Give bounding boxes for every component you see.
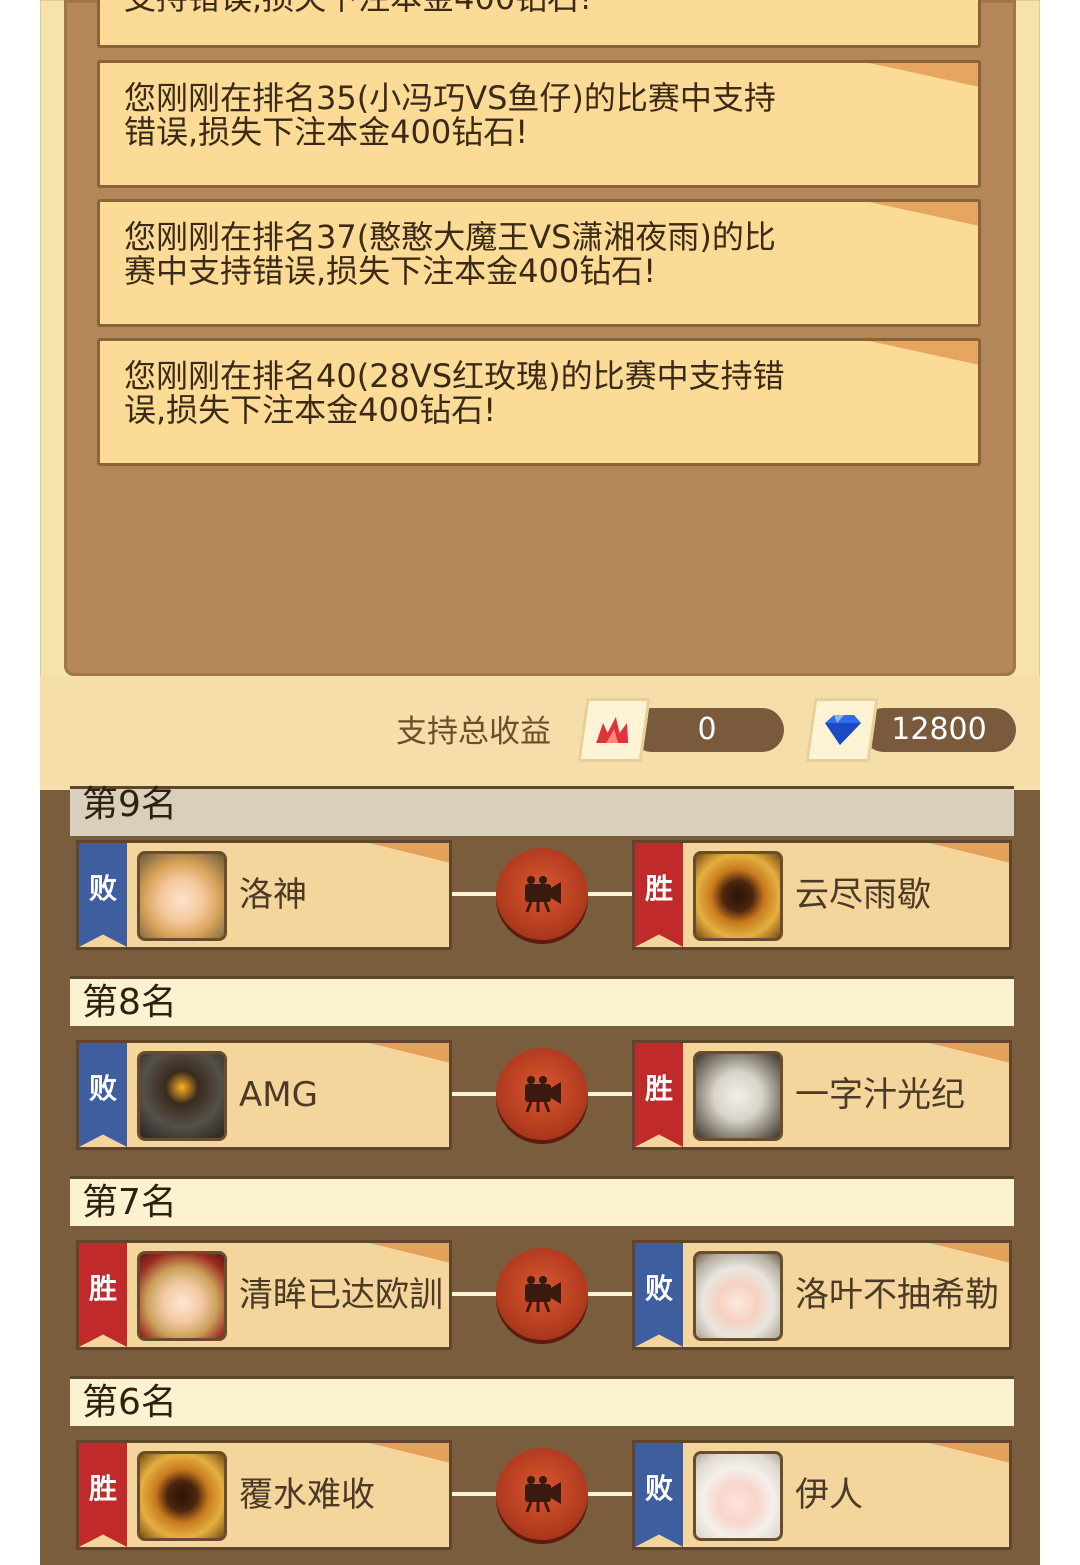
- player-name: 清眸已达欧訓: [239, 1275, 443, 1315]
- result-ribbon: 败: [635, 1243, 683, 1347]
- rank-header: 第9名: [70, 784, 1014, 836]
- avatar[interactable]: [137, 1051, 227, 1141]
- rank-header: 第8名: [70, 976, 1014, 1026]
- camera-icon: [525, 1476, 561, 1513]
- camera-icon: [525, 1076, 561, 1113]
- avatar[interactable]: [693, 1251, 783, 1341]
- diamond-income-value: 12800: [862, 708, 1016, 752]
- ranking-list: 第9名 败 洛神 胜 云尽雨歇 第8名 败 AMG 胜 一字汁光纪 第7名 胜 …: [40, 784, 1040, 1565]
- bet-log-text-line2: 赛中支持错误,损失下注本金400钻石!: [124, 252, 657, 290]
- crown-income-value: 0: [630, 708, 784, 752]
- match-row: 胜 清眸已达欧訓 败 洛叶不抽希勒: [70, 1240, 1014, 1350]
- player-name: 伊人: [795, 1475, 863, 1515]
- rank-title: 第7名: [82, 1182, 177, 1223]
- bet-log-item: 支持错误,损失下注本金400钻石!: [97, 0, 981, 48]
- bet-log-item: 您刚刚在排名35(小冯巧VS鱼仔)的比赛中支持 错误,损失下注本金400钻石!: [97, 60, 981, 188]
- player-card-right[interactable]: 胜 云尽雨歇: [632, 840, 1012, 950]
- bet-log-item: 您刚刚在排名37(憨憨大魔王VS潇湘夜雨)的比 赛中支持错误,损失下注本金400…: [97, 199, 981, 327]
- result-ribbon: 胜: [635, 843, 683, 947]
- avatar[interactable]: [137, 851, 227, 941]
- avatar[interactable]: [137, 1251, 227, 1341]
- player-name: 覆水难收: [239, 1475, 375, 1515]
- bet-log-text: 支持错误,损失下注本金400钻石!: [124, 0, 814, 15]
- player-name: 云尽雨歇: [795, 875, 931, 915]
- replay-button[interactable]: [496, 848, 588, 940]
- rank-title: 第8名: [82, 982, 177, 1023]
- rank-title: 第6名: [82, 1382, 177, 1423]
- match-row: 败 洛神 胜 云尽雨歇: [70, 840, 1014, 950]
- replay-button[interactable]: [496, 1248, 588, 1340]
- result-ribbon: 败: [635, 1443, 683, 1547]
- player-card-left[interactable]: 胜 覆水难收: [76, 1440, 452, 1550]
- result-ribbon: 败: [79, 843, 127, 947]
- player-card-right[interactable]: 败 伊人: [632, 1440, 1012, 1550]
- bet-log-text-line1: 您刚刚在排名37(憨憨大魔王VS潇湘夜雨)的比: [124, 218, 776, 256]
- match-row: 胜 覆水难收 败 伊人: [70, 1440, 1014, 1550]
- bet-log-text-line1: 您刚刚在排名40(28VS红玫瑰)的比赛中支持错: [124, 357, 785, 395]
- diamond-icon: [805, 698, 879, 762]
- player-card-left[interactable]: 败 AMG: [76, 1040, 452, 1150]
- total-income-label: 支持总收益: [396, 714, 551, 750]
- avatar[interactable]: [137, 1451, 227, 1541]
- player-card-right[interactable]: 胜 一字汁光纪: [632, 1040, 1012, 1150]
- crown-icon: [577, 698, 651, 762]
- result-ribbon: 胜: [635, 1043, 683, 1147]
- bet-log-text-line2: 错误,损失下注本金400钻石!: [124, 113, 529, 151]
- player-name: 洛神: [239, 875, 307, 915]
- bet-log-text-line1: 您刚刚在排名35(小冯巧VS鱼仔)的比赛中支持: [124, 79, 776, 117]
- avatar[interactable]: [693, 1451, 783, 1541]
- bet-log-text-line2: 误,损失下注本金400钻石!: [124, 391, 497, 429]
- camera-icon: [525, 1276, 561, 1313]
- avatar[interactable]: [693, 1051, 783, 1141]
- player-card-left[interactable]: 胜 清眸已达欧訓: [76, 1240, 452, 1350]
- bet-log-item: 您刚刚在排名40(28VS红玫瑰)的比赛中支持错 误,损失下注本金400钻石!: [97, 338, 981, 466]
- match-row: 败 AMG 胜 一字汁光纪: [70, 1040, 1014, 1150]
- player-name: 一字汁光纪: [795, 1075, 965, 1115]
- replay-button[interactable]: [496, 1448, 588, 1540]
- rank-header: 第7名: [70, 1176, 1014, 1226]
- result-ribbon: 败: [79, 1043, 127, 1147]
- rank-header: 第6名: [70, 1376, 1014, 1426]
- camera-icon: [525, 876, 561, 913]
- result-ribbon: 胜: [79, 1243, 127, 1347]
- avatar[interactable]: [693, 851, 783, 941]
- player-name: 洛叶不抽希勒: [795, 1275, 999, 1315]
- total-income-bar: 支持总收益 0 12800: [40, 676, 1040, 790]
- result-ribbon: 胜: [79, 1443, 127, 1547]
- rank-title: 第9名: [82, 784, 177, 825]
- replay-button[interactable]: [496, 1048, 588, 1140]
- player-card-left[interactable]: 败 洛神: [76, 840, 452, 950]
- player-card-right[interactable]: 败 洛叶不抽希勒: [632, 1240, 1012, 1350]
- player-name: AMG: [239, 1075, 318, 1115]
